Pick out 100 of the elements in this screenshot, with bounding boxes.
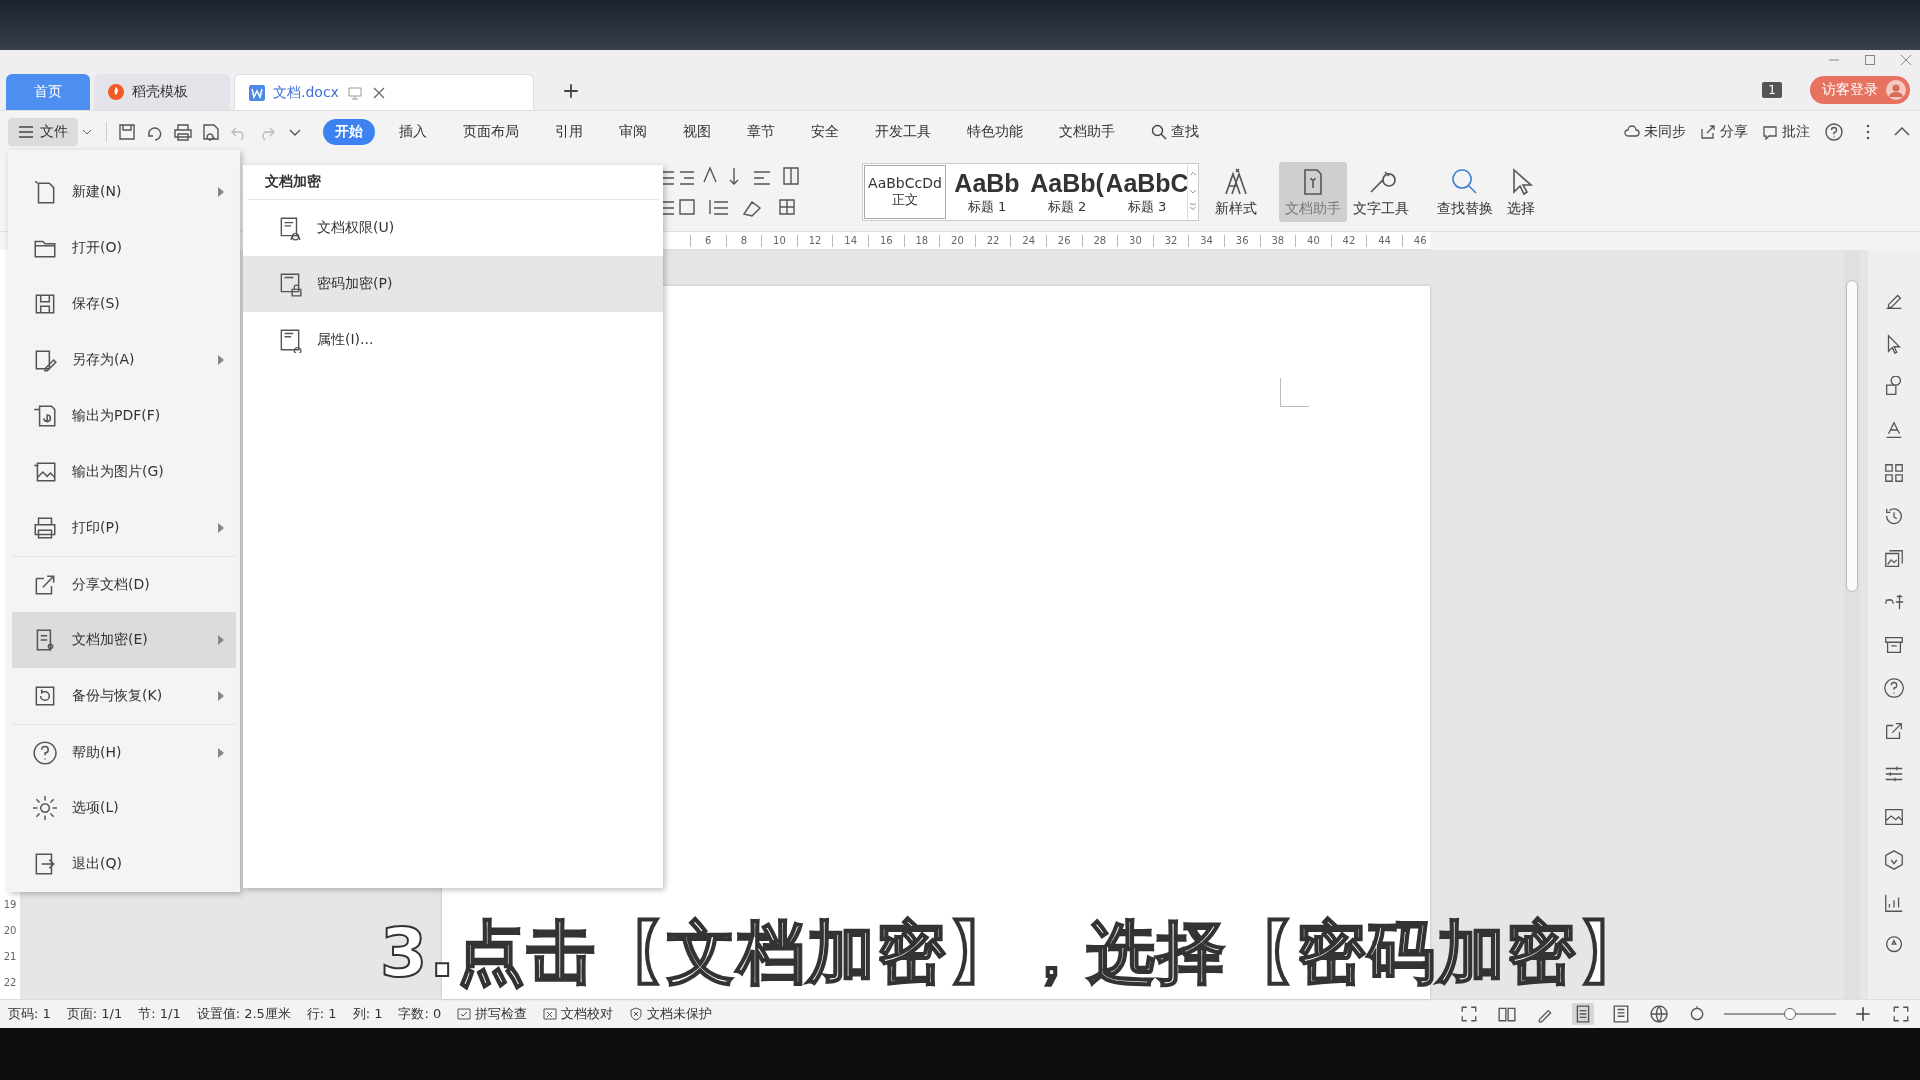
status-field: 节: 1/1 — [138, 1005, 181, 1023]
status-field: 页面: 1/1 — [66, 1005, 123, 1023]
maximize-icon[interactable] — [1864, 54, 1876, 66]
zoom-slider[interactable] — [1724, 1008, 1836, 1020]
ruler-number: 32 — [1152, 234, 1189, 247]
menu-item[interactable]: 输出为图片(G) — [12, 444, 236, 500]
caret-icon[interactable] — [82, 127, 92, 137]
ruler-number: 16 — [867, 234, 904, 247]
archive-icon[interactable] — [1883, 634, 1905, 656]
menu-item[interactable]: 文档权限(U) — [243, 200, 663, 256]
menu-item[interactable]: 密码加密(P) — [243, 256, 663, 312]
file-menu-button[interactable]: 文件 — [8, 118, 78, 146]
ribbon-tool-button[interactable]: 文字工具 — [1347, 162, 1415, 222]
ribbon-tab[interactable]: 引用 — [543, 119, 595, 145]
ruler-number: 42 — [1330, 234, 1367, 247]
ruler-number: 44 — [1366, 234, 1402, 247]
search-icon — [1151, 124, 1167, 140]
bar-chart-icon[interactable] — [1883, 892, 1905, 914]
ribbon-tab[interactable]: 视图 — [671, 119, 723, 145]
grid-icon[interactable] — [1883, 462, 1905, 484]
spell-check-icon — [457, 1007, 472, 1021]
history-icon[interactable] — [1883, 505, 1905, 527]
share-icon[interactable] — [1883, 720, 1905, 742]
menu-item[interactable]: 帮助(H) — [12, 724, 236, 780]
toolbar-action[interactable]: 分享 — [1700, 123, 1748, 141]
vertical-scrollbar[interactable] — [1844, 250, 1860, 999]
status-field: 字数: 0 — [398, 1005, 442, 1023]
comment-icon — [1762, 124, 1778, 140]
ruler-number: 21 — [3, 951, 17, 963]
avatar-icon — [1886, 80, 1906, 100]
menu-item[interactable]: 保存(S) — [12, 276, 236, 332]
menu-icon — [18, 124, 34, 140]
ruler-number: 28 — [1081, 234, 1118, 247]
menu-item[interactable]: 另存为(A) — [12, 332, 236, 388]
close-icon[interactable] — [1900, 54, 1912, 66]
ruler-number: 20 — [3, 925, 17, 937]
ribbon-tab[interactable]: 开始 — [323, 119, 375, 145]
ribbon-tab[interactable]: 安全 — [799, 119, 851, 145]
help-icon[interactable] — [1883, 677, 1905, 699]
toolbar-action[interactable]: 未同步 — [1624, 123, 1686, 141]
ruler-number: 14 — [832, 234, 868, 247]
flame-icon — [108, 84, 124, 100]
cloud-icon — [1624, 124, 1640, 140]
menu-item[interactable]: 输出为PDF(F) — [12, 388, 236, 444]
ruler-number: 34 — [1188, 234, 1224, 247]
help-icon[interactable] — [1824, 122, 1844, 142]
ribbon-tab[interactable]: 页面布局 — [451, 119, 531, 145]
ruler-number: 36 — [1223, 234, 1260, 247]
ruler-number: 30 — [1117, 234, 1153, 247]
image-icon[interactable] — [1883, 806, 1905, 828]
new-tab-icon[interactable] — [562, 82, 580, 100]
menu-item[interactable]: 属性(I)... — [243, 312, 663, 368]
ribbon-tab[interactable]: 查找 — [1139, 119, 1211, 145]
horizontal-ruler[interactable]: 6 8 10 12 14 16 18 20 22 24 26 28 30 32 34 36 38 40 42 44 46 — [660, 232, 1430, 250]
toolbar-action[interactable]: 批注 — [1762, 123, 1810, 141]
shield-icon[interactable] — [1883, 849, 1905, 871]
print-preview-icon[interactable] — [201, 122, 221, 142]
ruler-number: 10 — [761, 234, 797, 247]
image-gallery-icon[interactable] — [1883, 548, 1905, 570]
web-view-icon[interactable] — [1648, 1003, 1670, 1025]
status-toggle[interactable]: 文档校对 — [543, 1005, 614, 1023]
window-count-badge[interactable]: 1 — [1762, 82, 1782, 98]
word-document-icon — [249, 84, 265, 101]
status-field: 行: 1 — [306, 1005, 337, 1023]
menu-item[interactable]: 打印(P) — [12, 500, 236, 556]
menu-item[interactable]: 退出(Q) — [12, 836, 236, 892]
document-tab[interactable]: 文档.docx — [234, 74, 534, 110]
page-view-icon[interactable] — [1572, 1003, 1594, 1025]
ribbon-tool-button[interactable]: 查找替换 — [1431, 162, 1499, 222]
menu-item[interactable]: 备份与恢复(K) — [12, 668, 236, 724]
ruler-number: 20 — [939, 234, 975, 247]
status-toggle[interactable]: 文档未保护 — [629, 1005, 713, 1023]
ribbon-tab[interactable]: 特色功能 — [955, 119, 1035, 145]
document-tab[interactable]: 稻壳模板 — [94, 74, 230, 110]
ribbon-tab[interactable]: 章节 — [735, 119, 787, 145]
ribbon-tool-button[interactable]: 新样式 — [1209, 162, 1263, 222]
style-preset[interactable]: AaBbCcDd 正文 — [864, 165, 946, 219]
unprotected-icon — [629, 1007, 644, 1021]
printer-icon[interactable] — [173, 122, 193, 142]
menu-item[interactable]: 打开(O) — [12, 220, 236, 276]
ribbon-tab[interactable]: 文档助手 — [1047, 119, 1127, 145]
status-field: 设置值: 2.5厘米 — [196, 1005, 291, 1023]
margin-corner-mark — [1280, 378, 1309, 407]
status-toggle[interactable]: 拼写检查 — [457, 1005, 528, 1023]
proofread-icon — [543, 1007, 558, 1021]
share-icon — [1700, 124, 1716, 140]
zoom-slider-thumb[interactable] — [1784, 1008, 1796, 1020]
menu-item[interactable]: 新建(N) — [12, 164, 236, 220]
save-icon[interactable] — [117, 122, 137, 142]
ribbon-tab[interactable]: 插入 — [387, 119, 439, 145]
ribbon-tool-button[interactable]: 选择 — [1499, 162, 1543, 222]
ribbon-tab[interactable]: 审阅 — [607, 119, 659, 145]
ruler-number: 12 — [796, 234, 833, 247]
printer-icon — [32, 515, 58, 541]
menu-item[interactable]: 选项(L) — [12, 780, 236, 836]
ruler-number: 22 — [3, 977, 17, 989]
style-preset[interactable]: AaBb( 标题 2 — [1027, 164, 1107, 220]
menu-item[interactable]: 文档加密(E) — [12, 612, 236, 668]
style-preset[interactable]: AaBb 标题 1 — [947, 164, 1027, 220]
ribbon-tab[interactable]: 开发工具 — [863, 119, 943, 145]
